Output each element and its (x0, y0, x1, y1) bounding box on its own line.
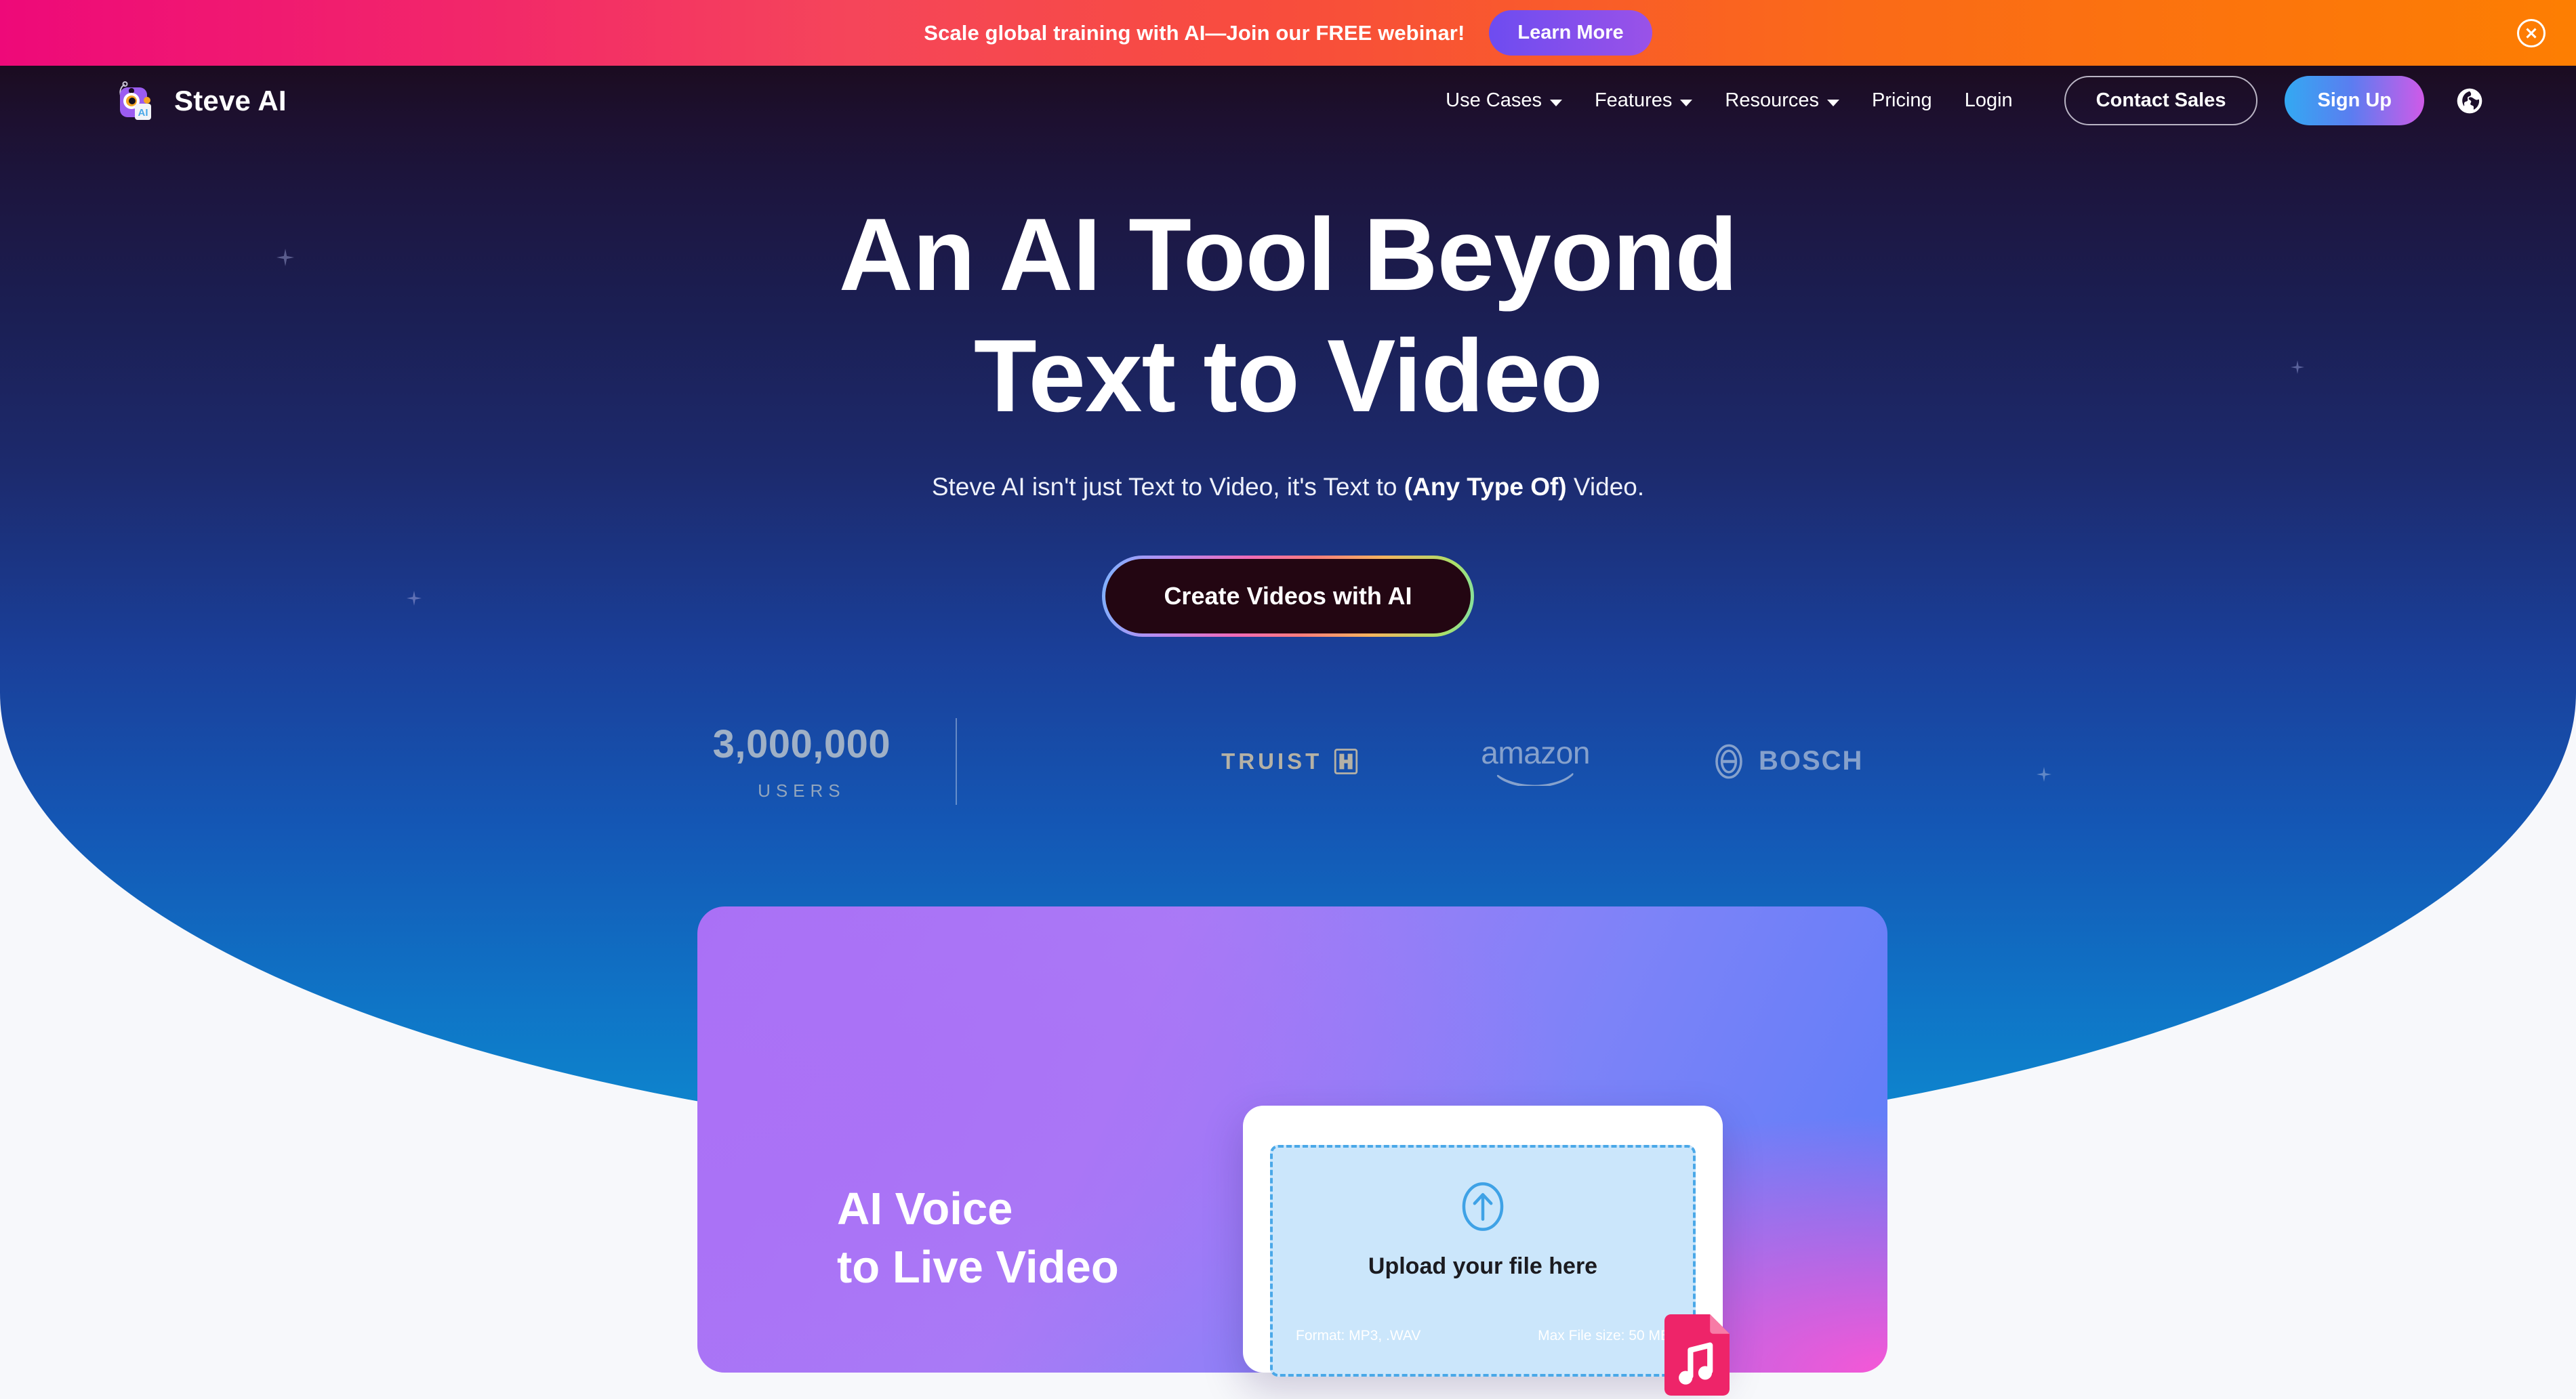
brand-name: Steve AI (174, 84, 287, 117)
nav-item-label: Use Cases (1446, 89, 1542, 111)
logo-bosch: BOSCH (1711, 743, 1863, 780)
steve-ai-robot-icon: AI (110, 77, 159, 125)
cta-row: Create Videos with AI (0, 555, 2576, 637)
dropzone-max-size: Max File size: 50 MB (1538, 1328, 1670, 1343)
headline-line-2: Text to Video (973, 318, 1603, 434)
feature-title-line-1: AI Voice (837, 1184, 1013, 1234)
sign-up-button[interactable]: Sign Up (2285, 76, 2424, 125)
amazon-smile-icon (1496, 773, 1574, 786)
cta-label: Create Videos with AI (1105, 558, 1471, 633)
nav-item-use-cases[interactable]: Use Cases (1429, 89, 1578, 112)
feature-card-title: AI Voice to Live Video (837, 1180, 1119, 1297)
subtitle-part-2: Video. (1566, 472, 1645, 501)
feature-title-line-2: to Live Video (837, 1241, 1119, 1293)
dropzone-format: Format: MP3, .WAV (1296, 1328, 1421, 1343)
globe-icon[interactable] (2451, 83, 2488, 119)
promo-banner: Scale global training with AI—Join our F… (0, 0, 2576, 66)
file-dropzone[interactable]: Upload your file here Format: MP3, .WAV … (1270, 1145, 1696, 1377)
nav-item-resources[interactable]: Resources (1709, 89, 1856, 112)
truist-mark-icon (1334, 748, 1358, 774)
dropzone-meta: Format: MP3, .WAV Max File size: 50 MB (1296, 1328, 1670, 1344)
chevron-down-icon (1549, 99, 1562, 106)
nav-links: Use Cases Features Resources Pricing Log… (1429, 89, 2029, 112)
page-title: An AI Tool Beyond Text to Video (0, 194, 2576, 438)
logo-truist-label: TRUIST (1221, 748, 1323, 774)
bosch-mark-icon (1715, 744, 1742, 779)
logo-truist: TRUIST (1221, 747, 1360, 776)
subtitle-part-1: Steve AI isn't just Text to Video, it's … (931, 472, 1404, 501)
chevron-down-icon (1827, 99, 1840, 106)
nav-item-features[interactable]: Features (1578, 89, 1709, 112)
nav-item-label: Resources (1725, 89, 1820, 111)
svg-text:AI: AI (138, 107, 148, 119)
upload-arrow-icon (1457, 1177, 1509, 1236)
nav-item-login[interactable]: Login (1948, 89, 2029, 112)
chevron-down-icon (1680, 99, 1693, 106)
logo-amazon: amazon (1481, 737, 1590, 786)
hero-subtitle: Steve AI isn't just Text to Video, it's … (0, 473, 2576, 501)
stat-value: 3,000,000 (712, 722, 891, 766)
logo-amazon-label: amazon (1481, 734, 1590, 770)
main-navbar: AI Steve AI Use Cases Features Resources… (0, 66, 2576, 135)
nav-item-pricing[interactable]: Pricing (1856, 89, 1948, 112)
close-circle-icon[interactable] (2514, 16, 2549, 51)
headline-line-1: An AI Tool Beyond (838, 197, 1738, 312)
nav-item-label: Features (1594, 89, 1673, 111)
create-videos-with-ai-button[interactable]: Create Videos with AI (1102, 555, 1474, 637)
dropzone-title: Upload your file here (1368, 1253, 1598, 1279)
social-proof-row: 3,000,000 USERS TRUIST amazon BOSCH (0, 717, 2576, 805)
subtitle-emphasis: (Any Type Of) (1404, 472, 1567, 501)
logo-bosch-label: BOSCH (1758, 746, 1864, 776)
sparkle-icon (2538, 838, 2553, 853)
nav-right-group: Use Cases Features Resources Pricing Log… (1429, 76, 2488, 125)
hero-content: An AI Tool Beyond Text to Video Steve AI… (0, 66, 2576, 805)
user-stat: 3,000,000 USERS (713, 722, 956, 801)
brand-logo[interactable]: AI Steve AI (110, 77, 287, 125)
stat-label: USERS (758, 780, 846, 801)
promo-message: Scale global training with AI—Join our F… (924, 20, 1465, 45)
client-logos: TRUIST amazon BOSCH (957, 737, 1863, 786)
music-file-icon (1660, 1314, 1734, 1396)
sparkle-icon (271, 990, 283, 1003)
learn-more-button[interactable]: Learn More (1489, 10, 1652, 56)
upload-card: Upload your file here Format: MP3, .WAV … (1243, 1106, 1723, 1377)
contact-sales-button[interactable]: Contact Sales (2064, 76, 2258, 125)
